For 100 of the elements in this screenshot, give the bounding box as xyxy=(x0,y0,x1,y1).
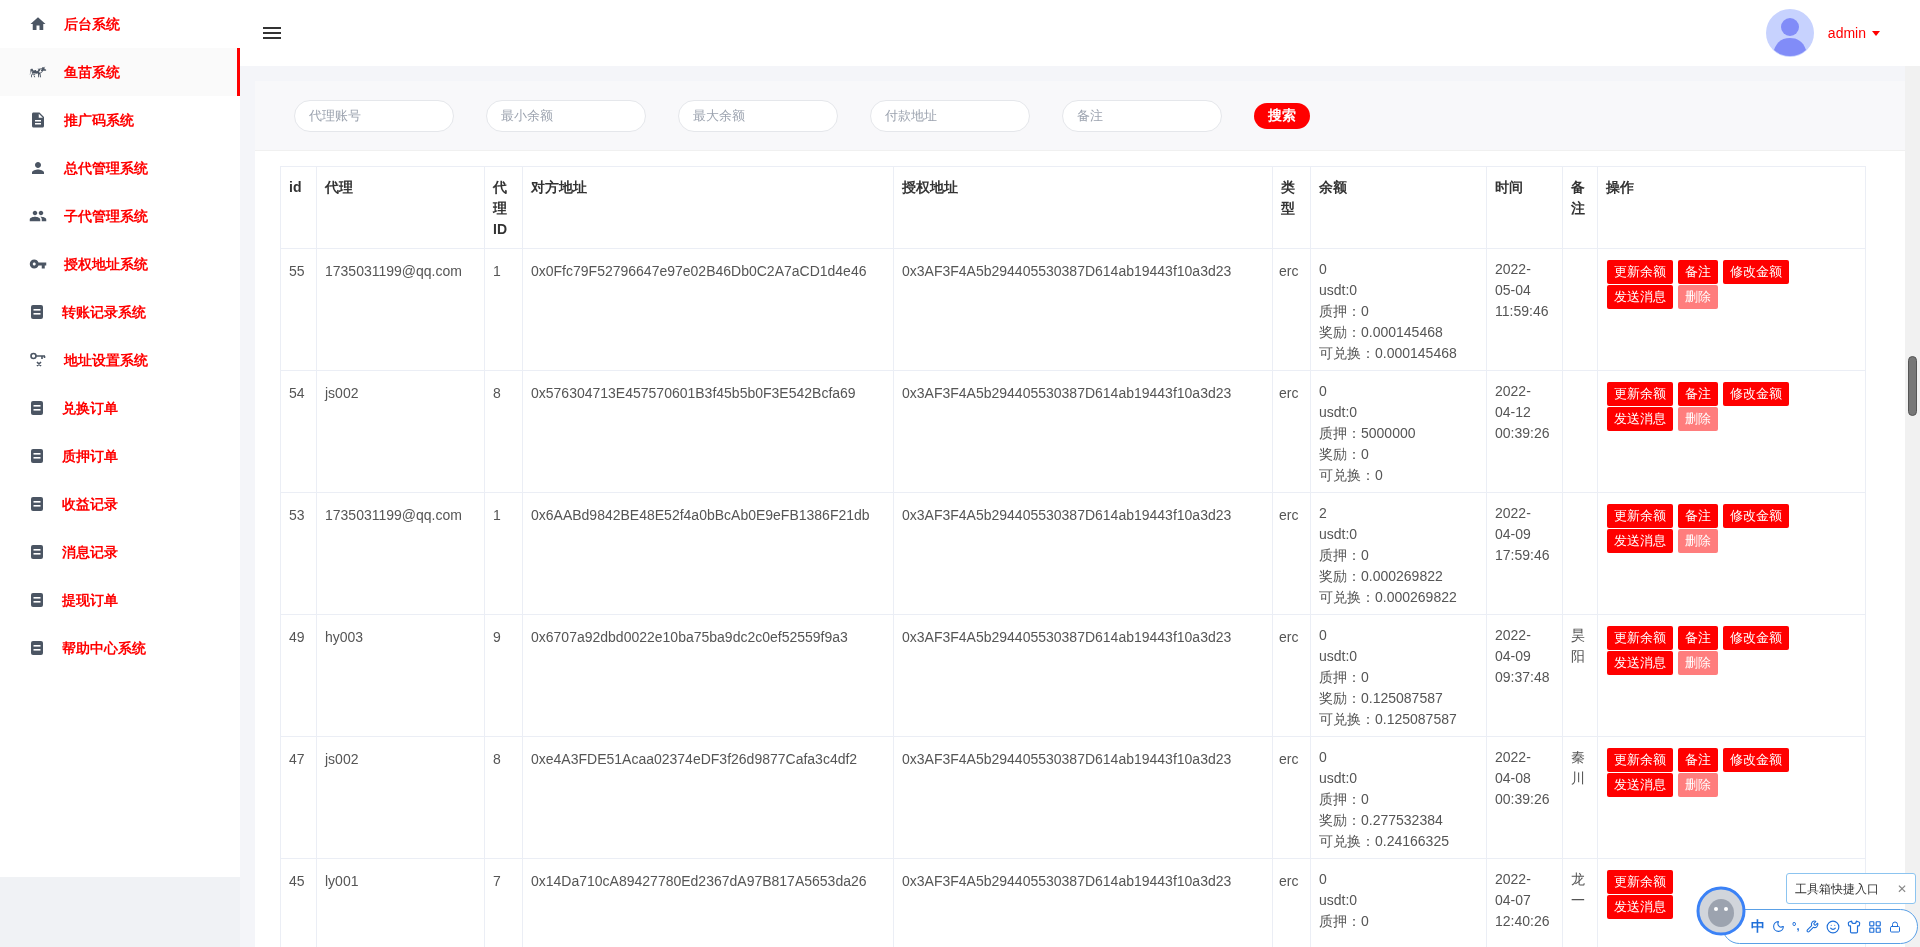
column-header: 授权地址 xyxy=(893,166,1273,249)
table-cell: 9 xyxy=(484,614,523,737)
balance-line: 奖励：0 xyxy=(1319,445,1370,464)
balance-line: usdt:0 xyxy=(1319,769,1359,788)
table-cell: 45 xyxy=(280,858,317,947)
table-cell: 2022-04-09 17:59:46 xyxy=(1486,492,1563,615)
action-button[interactable]: 发送消息 xyxy=(1607,651,1673,675)
shirt-icon[interactable] xyxy=(1847,919,1862,934)
search-field[interactable]: 最小余额 xyxy=(486,99,646,132)
action-button[interactable]: 备注 xyxy=(1678,504,1718,528)
balance-line: usdt:0 xyxy=(1319,647,1359,666)
search-field[interactable]: 最大余额 xyxy=(678,99,838,132)
punctuation-toggle[interactable]: °, xyxy=(1792,918,1800,935)
search-field[interactable]: 备注 xyxy=(1062,99,1222,132)
table-cell: 2022-05-04 11:59:46 xyxy=(1486,248,1563,371)
action-button[interactable]: 备注 xyxy=(1678,748,1718,772)
balance-line: 质押：0 xyxy=(1319,790,1370,809)
table-cell: 1 xyxy=(484,492,523,615)
action-button[interactable]: 备注 xyxy=(1678,382,1718,406)
action-button[interactable]: 备注 xyxy=(1678,626,1718,650)
search-field[interactable]: 付款地址 xyxy=(870,99,1030,132)
action-button[interactable]: 更新余额 xyxy=(1607,382,1673,406)
table-cell: 0x3AF3F4A5b294405530387D614ab19443f10a3d23 xyxy=(893,248,1273,371)
search-button[interactable]: 搜索 xyxy=(1254,102,1310,129)
table-cell: erc xyxy=(1272,492,1311,615)
table-cell: hy003 xyxy=(316,614,485,737)
input-mode-toggle[interactable]: 中 xyxy=(1751,916,1765,937)
action-button[interactable]: 更新余额 xyxy=(1607,748,1673,772)
balance-line: 0 xyxy=(1319,382,1328,401)
table-cell: 1735031199@qq.com xyxy=(316,248,485,371)
table-cell: 2022-04-12 00:39:26 xyxy=(1486,370,1563,493)
table-cell: 55 xyxy=(280,248,317,371)
table-cell: erc xyxy=(1272,736,1311,859)
grid-icon[interactable] xyxy=(1868,919,1883,934)
table-cell: 54 xyxy=(280,370,317,493)
balance-line: usdt:0 xyxy=(1319,525,1359,544)
list-icon xyxy=(29,400,45,416)
table-cell: 2022-04-08 00:39:26 xyxy=(1486,736,1563,859)
action-button[interactable]: 发送消息 xyxy=(1607,407,1673,431)
moon-icon[interactable] xyxy=(1772,920,1785,933)
balance-line: 奖励：0.000269822 xyxy=(1319,567,1444,586)
table-cell: 49 xyxy=(280,614,317,737)
balance-line: 0 xyxy=(1319,626,1328,645)
caret-icon xyxy=(1872,30,1880,36)
column-header: 对方地址 xyxy=(522,166,894,249)
column-header: 余额 xyxy=(1310,166,1487,249)
table-cell: erc xyxy=(1272,614,1311,737)
avatar-icon xyxy=(1765,9,1814,57)
table-cell: erc xyxy=(1272,370,1311,493)
balance-line: 可兑换：0 xyxy=(1319,466,1384,485)
table-cell: 1 xyxy=(484,248,523,371)
action-button[interactable]: 修改金额 xyxy=(1723,504,1789,528)
remark-text: 秦川 xyxy=(1571,749,1585,786)
action-button[interactable]: 更新余额 xyxy=(1607,870,1673,894)
column-header: 备注 xyxy=(1562,166,1598,249)
key-cross-icon xyxy=(29,351,47,369)
table-cell: 8 xyxy=(484,370,523,493)
sidebar-item[interactable]: 鱼苗系统 xyxy=(0,48,240,96)
list-icon xyxy=(29,496,45,512)
list-icon xyxy=(29,544,45,560)
action-button[interactable]: 发送消息 xyxy=(1607,529,1673,553)
person-icon xyxy=(29,159,47,177)
balance-line: 奖励：0.000145468 xyxy=(1319,323,1444,342)
ime-mascot-icon[interactable] xyxy=(1696,886,1746,936)
list-icon xyxy=(29,592,45,608)
table-cell: js002 xyxy=(316,370,485,493)
action-button[interactable]: 发送消息 xyxy=(1607,895,1673,919)
tooltip-text: 工具箱快捷入口 xyxy=(1795,880,1879,898)
action-button[interactable]: 更新余额 xyxy=(1607,504,1673,528)
balance-line: 奖励：0.277532384 xyxy=(1319,811,1444,830)
action-button[interactable]: 发送消息 xyxy=(1607,285,1673,309)
table-cell: js002 xyxy=(316,736,485,859)
balance-line: 质押：0 xyxy=(1319,668,1370,687)
column-header: 代理 xyxy=(316,166,485,249)
smiley-icon[interactable] xyxy=(1826,919,1841,934)
action-button[interactable]: 发送消息 xyxy=(1607,773,1673,797)
table-cell: 0x0Ffc79F52796647e97e02B46Db0C2A7aCD1d4e46 xyxy=(522,248,894,371)
balance-line: 质押：0 xyxy=(1319,912,1370,931)
table-cell: 0xe4A3FDE51Acaa02374eDF3f26d9877Cafa3c4df2 xyxy=(522,736,894,859)
wrench-icon[interactable] xyxy=(1806,920,1820,933)
action-button[interactable]: 更新余额 xyxy=(1607,626,1673,650)
action-button[interactable]: 修改金额 xyxy=(1723,748,1789,772)
table-cell: 0x3AF3F4A5b294405530387D614ab19443f10a3d23 xyxy=(893,614,1273,737)
table-cell: 1735031199@qq.com xyxy=(316,492,485,615)
action-button[interactable]: 修改金额 xyxy=(1723,260,1789,284)
balance-line: 可兑换：0.000269822 xyxy=(1319,588,1458,607)
action-button[interactable]: 更新余额 xyxy=(1607,260,1673,284)
home-icon xyxy=(29,15,47,33)
lock-icon[interactable] xyxy=(1889,920,1902,933)
action-button[interactable]: 备注 xyxy=(1678,260,1718,284)
document-icon xyxy=(29,111,47,129)
column-header: 操作 xyxy=(1597,166,1866,249)
remark-text: 龙一 xyxy=(1571,871,1585,908)
action-button[interactable]: 修改金额 xyxy=(1723,382,1789,406)
table-cell: erc xyxy=(1272,248,1311,371)
close-button[interactable]: ✕ xyxy=(1897,879,1907,898)
user-menu[interactable]: admin xyxy=(1827,22,1880,44)
action-button[interactable]: 修改金额 xyxy=(1723,626,1789,650)
search-field[interactable]: 代理账号 xyxy=(294,99,454,132)
balance-line: 质押：0 xyxy=(1319,302,1370,321)
